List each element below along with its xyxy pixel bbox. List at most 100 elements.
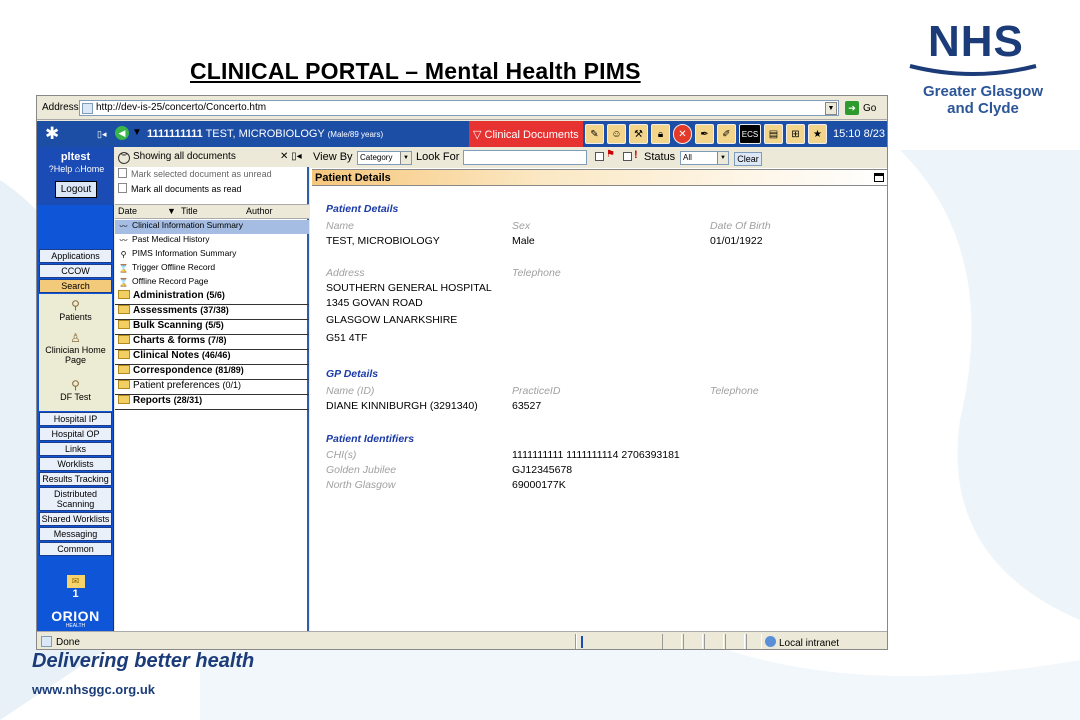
nav-messaging[interactable]: Messaging	[39, 527, 112, 541]
go-button[interactable]: Go	[863, 103, 876, 114]
pen-icon[interactable]: ✒	[695, 124, 714, 144]
col-title[interactable]: Title	[181, 206, 198, 216]
clock: 15:10 8/23	[833, 128, 885, 140]
nav-clinician-home[interactable]: ♙ Clinician Home Page	[39, 331, 112, 365]
doc-row[interactable]: ⌛ Trigger Offline Record	[115, 262, 309, 276]
mark-read-action[interactable]: Mark all documents as read	[115, 183, 309, 197]
address-dropdown-icon[interactable]: ▼	[825, 102, 837, 115]
home-link[interactable]: Home	[80, 164, 104, 174]
sex-value: Male	[512, 235, 535, 247]
dropdown-arrow-icon: ▼	[400, 152, 411, 164]
globe-icon	[765, 636, 776, 647]
close-icon[interactable]: ✕	[673, 124, 692, 144]
clinical-documents-button[interactable]: ▽ Clinical Documents	[469, 121, 583, 147]
sex-label: Sex	[512, 220, 531, 232]
network-icon[interactable]: ⊞	[786, 124, 805, 144]
folder-row[interactable]: Clinical Notes (46/46)	[115, 350, 309, 365]
identifier-label: CHI(s)	[326, 449, 357, 461]
mark-unread-action[interactable]: Mark selected document as unread	[115, 168, 309, 182]
col-date[interactable]: Date	[118, 206, 137, 216]
collapse-icon[interactable]: ▯◂	[97, 129, 106, 140]
folder-count: (37/38)	[200, 305, 229, 315]
folder-count: (28/31)	[173, 395, 203, 405]
nav-common[interactable]: Common	[39, 542, 112, 556]
address-label: Address	[42, 102, 79, 113]
patient-dropdown-icon[interactable]: ▼	[132, 127, 142, 138]
view-by-label: View By	[313, 151, 353, 163]
identifier-value: 1111111111 1111111114 2706393181	[512, 449, 680, 461]
folder-count: (0/1)	[222, 380, 242, 390]
nav-df-test[interactable]: ⚲ DF Test	[39, 378, 112, 402]
filter-icon: ▽	[473, 129, 485, 141]
folder-row[interactable]: Reports (28/31)	[115, 395, 309, 410]
patient-details-header: Patient Details	[312, 169, 887, 186]
nhs-logo: NHS Greater Glasgow and Clyde	[908, 20, 1058, 117]
folder-row[interactable]: Bulk Scanning (5/5)	[115, 320, 309, 335]
notes-icon[interactable]: ✎	[585, 124, 604, 144]
collapse-chevron-icon[interactable]: ︾	[118, 152, 130, 164]
doc-row[interactable]: ⌛ Offline Record Page	[115, 276, 309, 290]
telephone-label: Telephone	[512, 267, 561, 279]
urgent-checkbox[interactable]	[623, 152, 632, 161]
app-star-icon[interactable]: ✱	[45, 124, 59, 144]
star-doc-icon[interactable]: ★	[808, 124, 827, 144]
security-zone[interactable]: Local intranet	[765, 636, 839, 649]
status-divider	[683, 634, 703, 649]
address-input[interactable]: http://dev-is-25/concerto/Concerto.htm	[79, 100, 839, 116]
go-arrow-icon[interactable]: ➔	[845, 101, 859, 115]
flag-checkbox[interactable]	[595, 152, 604, 161]
family-icon[interactable]: ☺	[607, 124, 626, 144]
folder-row[interactable]: Charts & forms (7/8)	[115, 335, 309, 350]
status-label: Status	[644, 151, 676, 163]
maximize-icon[interactable]	[874, 173, 884, 182]
nav-applications[interactable]: Applications	[39, 249, 112, 263]
nav-patients[interactable]: ⚲ Patients	[39, 298, 112, 322]
clear-button[interactable]: Clear	[734, 152, 762, 166]
gp-name-label: Name (ID)	[326, 385, 375, 397]
edit-icon[interactable]: ✐	[717, 124, 736, 144]
col-author[interactable]: Author	[246, 206, 273, 216]
nav-search[interactable]: Search	[39, 279, 112, 293]
doc-row[interactable]: 〰 Clinical Information Summary	[115, 220, 309, 234]
nav-links[interactable]: Links	[39, 442, 112, 456]
mail-box[interactable]: ✉ 1 ORION HEALTH	[37, 575, 114, 629]
nav-worklists[interactable]: Worklists	[39, 457, 112, 471]
status-select[interactable]: All ▼	[680, 151, 729, 165]
pin-icon[interactable]: ✕ ▯◂	[280, 151, 302, 162]
document-columns: Date ▼ Title Author	[115, 204, 309, 219]
look-for-input[interactable]	[463, 150, 587, 165]
address-line: 1345 GOVAN ROAD	[326, 297, 423, 309]
ecs-button[interactable]: ECS	[739, 124, 761, 144]
nav-shared-worklists[interactable]: Shared Worklists	[39, 512, 112, 526]
nav-results-tracking[interactable]: Results Tracking	[39, 472, 112, 486]
envelope-icon: ✉	[66, 575, 85, 588]
status-divider	[575, 634, 577, 649]
documents-icon[interactable]: ▤	[764, 124, 783, 144]
folder-row[interactable]: Patient preferences (0/1)	[115, 380, 309, 395]
view-by-select[interactable]: Category ▼	[357, 151, 412, 165]
folder-row[interactable]: Assessments (37/38)	[115, 305, 309, 320]
showing-label: Showing all documents	[133, 151, 236, 162]
nav-ccow[interactable]: CCOW	[39, 264, 112, 278]
stethoscope-icon: 〰	[119, 236, 128, 245]
patient-banner-text[interactable]: 1111111111 TEST, MICROBIOLOGY (Male/89 y…	[147, 128, 383, 140]
flag-icon: ⚑	[606, 149, 615, 160]
help-link[interactable]: Help	[54, 164, 73, 174]
nav-distributed-scanning[interactable]: Distributed Scanning	[39, 487, 112, 511]
identifier-label: North Glasgow	[326, 479, 396, 491]
folder-row[interactable]: Administration (5/6)	[115, 290, 309, 305]
tools-icon[interactable]: ⚒	[629, 124, 648, 144]
lock-icon[interactable]: 🔒︎	[651, 124, 670, 144]
nav-hospital-ip[interactable]: Hospital IP	[39, 412, 112, 426]
nav-hospital-op[interactable]: Hospital OP	[39, 427, 112, 441]
progress-indicator	[581, 636, 583, 648]
folder-row[interactable]: Correspondence (81/89)	[115, 365, 309, 380]
sort-icon[interactable]: ▼	[167, 206, 176, 216]
doc-row[interactable]: ⚲ PIMS Information Summary	[115, 248, 309, 262]
logo-line-1: Greater Glasgow	[922, 83, 1044, 100]
stethoscope-icon: 〰	[119, 222, 128, 231]
back-arrow-icon[interactable]: ◀	[115, 126, 129, 140]
doc-row[interactable]: 〰 Past Medical History	[115, 234, 309, 248]
logout-button[interactable]: Logout	[55, 181, 97, 198]
address-url: http://dev-is-25/concerto/Concerto.htm	[96, 102, 267, 113]
